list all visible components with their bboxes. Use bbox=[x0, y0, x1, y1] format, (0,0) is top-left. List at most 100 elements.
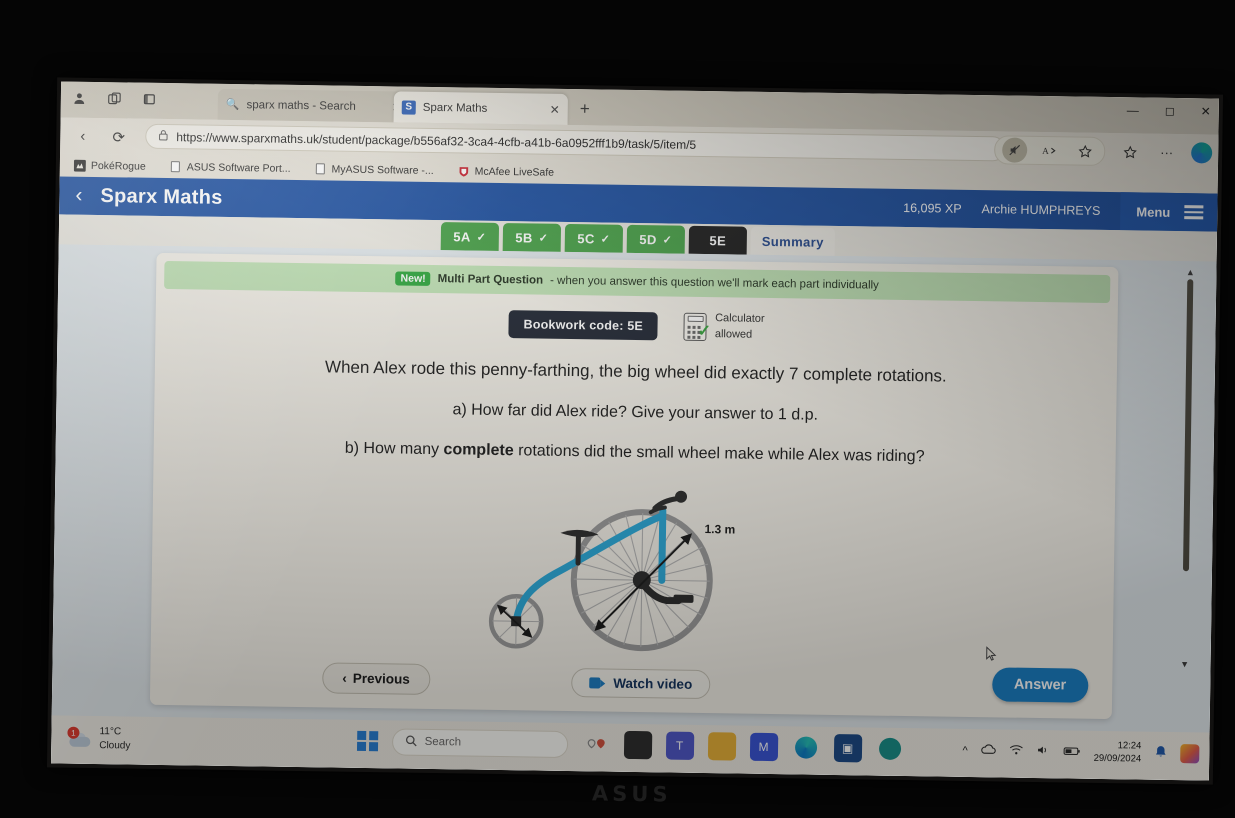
check-icon: ✓ bbox=[662, 233, 673, 247]
question-card: New! Multi Part Question - when you answ… bbox=[149, 252, 1119, 720]
tray-overflow-icon[interactable]: ^ bbox=[962, 745, 967, 757]
watch-video-label: Watch video bbox=[613, 675, 693, 692]
favorites-star-icon[interactable] bbox=[1072, 138, 1097, 163]
close-icon[interactable]: ✕ bbox=[550, 102, 560, 116]
tab-label: 5A bbox=[453, 228, 471, 245]
bookmark-mcafee-livesafe[interactable]: McAfee LiveSafe bbox=[458, 165, 554, 178]
microsoft-teams-icon[interactable]: T bbox=[665, 731, 694, 760]
question-part-a: a) How far did Alex ride? Give your answ… bbox=[452, 401, 819, 424]
tab-5b[interactable]: 5B ✓ bbox=[502, 223, 562, 252]
content-scrollbar[interactable]: ▲ ▼ bbox=[1178, 267, 1198, 669]
tab-label: 5D bbox=[639, 231, 657, 247]
previous-label: Previous bbox=[352, 670, 410, 687]
tab-mute-icon[interactable] bbox=[1002, 137, 1028, 163]
lock-icon bbox=[158, 129, 168, 144]
microsoft-store-icon[interactable]: ▣ bbox=[833, 733, 862, 763]
tab-summary[interactable]: Summary bbox=[750, 226, 836, 256]
mouse-cursor bbox=[986, 646, 997, 661]
notification-badge: 1 bbox=[67, 726, 80, 739]
tab-preview-icon[interactable] bbox=[141, 91, 158, 108]
tab-5d[interactable]: 5D ✓ bbox=[626, 224, 686, 254]
taskbar-center: Search T M ▣ bbox=[356, 727, 904, 763]
question-intro: When Alex rode this penny-farthing, the … bbox=[324, 357, 947, 386]
onedrive-icon[interactable] bbox=[981, 743, 997, 758]
settings-ellipsis-icon[interactable]: ··· bbox=[1154, 140, 1179, 165]
start-button[interactable] bbox=[356, 730, 378, 752]
maximize-button[interactable]: ◻ bbox=[1165, 104, 1175, 118]
part-b-pre: b) How many bbox=[344, 439, 444, 459]
taskbar-clock[interactable]: 12:24 29/09/2024 bbox=[1094, 740, 1142, 766]
check-icon: ✓ bbox=[697, 322, 712, 341]
calculator-allowed: ✓ Calculator allowed bbox=[683, 311, 765, 344]
profile-icon[interactable] bbox=[71, 90, 88, 107]
minimize-button[interactable]: — bbox=[1127, 103, 1139, 117]
microsoft-edge-icon[interactable] bbox=[791, 733, 819, 761]
sparx-favicon: S bbox=[401, 100, 416, 115]
sparx-back-button[interactable]: ‹ bbox=[75, 184, 82, 208]
file-explorer-dark-icon[interactable] bbox=[623, 730, 652, 760]
tray-colorful-app-icon[interactable] bbox=[1180, 744, 1200, 764]
multi-part-banner: New! Multi Part Question - when you answ… bbox=[164, 261, 1111, 304]
laptop-screen-bezel: 🔍 sparx maths - Search ✕ S Sparx Maths ✕… bbox=[46, 77, 1224, 785]
volume-icon[interactable] bbox=[1037, 744, 1051, 759]
spotify-icon[interactable] bbox=[875, 735, 903, 763]
mega-icon[interactable]: M bbox=[749, 732, 778, 762]
question-part-b: b) How many complete rotations did the s… bbox=[154, 437, 1116, 469]
tab-5e[interactable]: 5E bbox=[688, 225, 748, 255]
tab-5a[interactable]: 5A ✓ bbox=[440, 222, 500, 251]
bell-icon[interactable] bbox=[1154, 745, 1167, 762]
reload-button[interactable]: ⟳ bbox=[108, 126, 129, 147]
bookmark-label: ASUS Software Port... bbox=[186, 160, 291, 175]
menu-button[interactable]: Menu bbox=[1120, 192, 1218, 232]
hamburger-icon bbox=[1184, 205, 1204, 219]
bookmark-asus-software-port[interactable]: ASUS Software Port... bbox=[170, 160, 291, 175]
toolbar-pill-group: A bbox=[993, 135, 1106, 166]
page-title: Sparx Maths bbox=[100, 184, 223, 209]
weather-condition: Cloudy bbox=[99, 740, 131, 752]
pinned-heart-app-icon[interactable] bbox=[581, 730, 609, 758]
new-tab-button[interactable]: + bbox=[580, 99, 590, 119]
answer-button[interactable]: Answer bbox=[991, 667, 1089, 703]
sparx-maths-app: ‹ Sparx Maths 16,095 XP Archie HUMPHREYS… bbox=[51, 176, 1218, 781]
close-button[interactable]: ✕ bbox=[1201, 104, 1211, 118]
mcafee-shield-icon bbox=[458, 165, 470, 177]
bookmark-myasus-software[interactable]: MyASUS Software -... bbox=[315, 162, 434, 177]
tabstrip-left-icons bbox=[71, 90, 158, 108]
taskbar-search[interactable]: Search bbox=[391, 727, 568, 758]
svg-text:A: A bbox=[1042, 146, 1049, 156]
previous-button[interactable]: ‹ Previous bbox=[322, 662, 431, 695]
bookmark-pokerogue[interactable]: PokéRogue bbox=[73, 159, 146, 173]
scroll-down-arrow[interactable]: ▼ bbox=[1180, 659, 1189, 669]
document-icon bbox=[170, 161, 182, 173]
calculator-label: Calculator allowed bbox=[715, 311, 765, 344]
new-badge: New! bbox=[395, 271, 431, 286]
clock-time: 12:24 bbox=[1117, 740, 1142, 752]
bookmark-label: PokéRogue bbox=[90, 159, 146, 173]
read-aloud-icon[interactable]: A bbox=[1037, 138, 1062, 163]
weather-widget[interactable]: 1 11°C Cloudy bbox=[67, 725, 131, 754]
content-area: New! Multi Part Question - when you answ… bbox=[51, 244, 1217, 781]
battery-icon[interactable] bbox=[1064, 745, 1081, 759]
bookmark-label: MyASUS Software -... bbox=[331, 162, 434, 177]
check-icon: ✓ bbox=[538, 232, 549, 245]
browser-chrome: 🔍 sparx maths - Search ✕ S Sparx Maths ✕… bbox=[59, 81, 1219, 194]
calculator-icon: ✓ bbox=[683, 312, 711, 341]
collections-icon[interactable] bbox=[1117, 139, 1142, 164]
tab-label: 5C bbox=[577, 230, 595, 246]
cloud-icon: 1 bbox=[67, 726, 92, 748]
browser-tab-search[interactable]: 🔍 sparx maths - Search ✕ bbox=[217, 88, 411, 123]
scrollbar-thumb[interactable] bbox=[1182, 279, 1194, 572]
wifi-icon[interactable] bbox=[1010, 744, 1024, 759]
tab-5c[interactable]: 5C ✓ bbox=[564, 223, 624, 253]
scroll-up-arrow[interactable]: ▲ bbox=[1186, 267, 1195, 277]
back-button[interactable]: ‹ bbox=[72, 126, 93, 147]
file-explorer-icon[interactable] bbox=[707, 732, 736, 761]
copilot-icon[interactable] bbox=[1191, 142, 1213, 164]
watch-video-button[interactable]: Watch video bbox=[571, 668, 711, 700]
calculator-line2: allowed bbox=[714, 328, 753, 341]
tab-label: 5B bbox=[515, 229, 533, 245]
browser-tab-sparx-maths[interactable]: S Sparx Maths ✕ bbox=[393, 91, 568, 125]
window-controls: — ◻ ✕ bbox=[1127, 97, 1211, 124]
tab-actions-icon[interactable] bbox=[106, 90, 123, 107]
student-name: Archie HUMPHREYS bbox=[981, 202, 1101, 218]
